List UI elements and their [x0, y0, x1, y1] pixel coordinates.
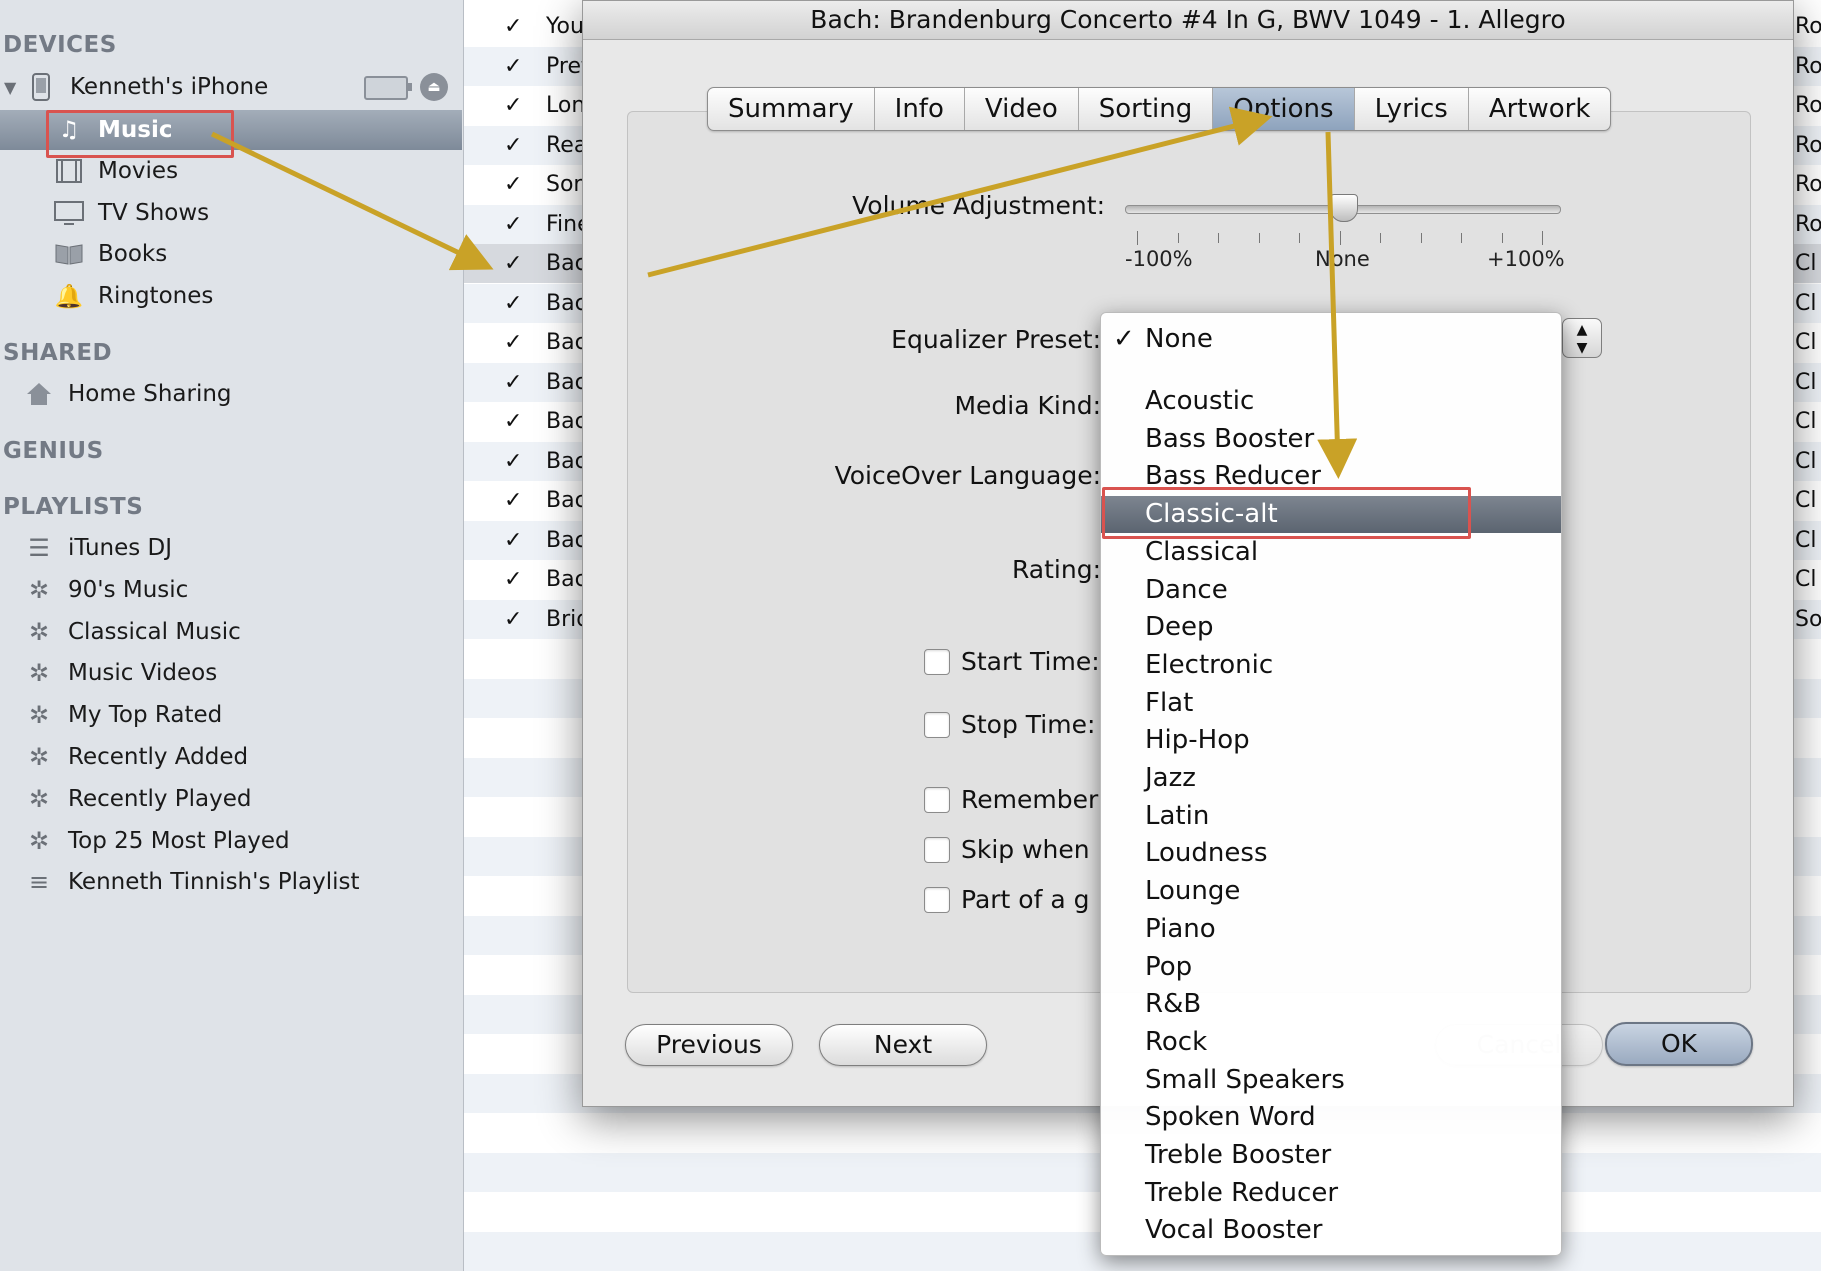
arrow-music-to-song: [210, 131, 494, 271]
arrow-options-to-preset: [1317, 131, 1358, 479]
arrow-song-to-options: [647, 106, 1273, 278]
annotation-arrows: [210, 106, 1358, 479]
